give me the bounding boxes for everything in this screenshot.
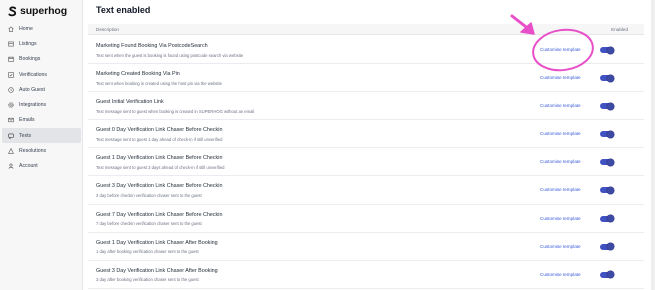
row-title: Guest 1 Day Verification Link Chaser Bef…: [96, 155, 223, 162]
sidebar-item-integrations[interactable]: Integrations: [0, 97, 83, 112]
sidebar-item-label: Bookings: [19, 56, 41, 63]
toggle-knob: [607, 130, 614, 138]
row-description: Text message sent to guest when booking …: [96, 108, 255, 114]
superhog-logo-icon: [8, 5, 17, 16]
enabled-toggle[interactable]: [600, 74, 614, 82]
table-row: Marketing Found Booking Via PostcodeSear…: [88, 36, 644, 65]
sidebar-item-verifications[interactable]: Verifications: [0, 67, 83, 82]
column-header-description: Description: [96, 27, 119, 32]
sidebar-item-label: Auto Guest: [19, 86, 45, 93]
row-title: Marketing Created Booking Via Pin: [96, 71, 180, 78]
sidebar-item-listings[interactable]: Listings: [0, 36, 83, 51]
row-title: Guest 0 Day Verification Link Chaser Bef…: [96, 127, 223, 134]
customise-template-link[interactable]: Customise template: [540, 187, 581, 192]
page-title: Text enabled: [96, 5, 151, 15]
sidebar: superhog Home Listings Bookings Verifica…: [0, 0, 83, 290]
row-description: Text sent when the guest is booking is f…: [96, 52, 244, 58]
table-row: Guest 1 Day Verification Link Chaser Aft…: [88, 233, 644, 261]
toggle-knob: [607, 271, 614, 279]
row-description: 1 day after booking verification chaser …: [96, 249, 199, 255]
customise-template-link[interactable]: Customise template: [540, 103, 581, 108]
sidebar-item-label: Integrations: [19, 102, 47, 109]
customise-template-link[interactable]: Customise template: [540, 47, 581, 52]
row-title: Marketing Found Booking Via PostcodeSear…: [96, 43, 208, 49]
resolutions-icon: [8, 148, 14, 154]
row-title: Guest 3 Day Verification Link Chaser Aft…: [96, 267, 218, 274]
enabled-toggle[interactable]: [600, 215, 614, 223]
sidebar-item-label: Emails: [19, 117, 35, 124]
sidebar-item-label: Listings: [19, 40, 37, 47]
row-description: 3 day after booking verification chaser …: [96, 277, 199, 283]
enabled-toggle[interactable]: [600, 130, 614, 138]
table-row: Marketing Created Booking Via Pin Text s…: [88, 64, 644, 93]
sidebar-item-account[interactable]: Account: [0, 159, 83, 174]
table-row: Guest 1 Day Verification Link Chaser Bef…: [88, 148, 644, 177]
customise-template-link[interactable]: Customise template: [540, 244, 581, 249]
customise-template-link[interactable]: Customise template: [540, 272, 581, 277]
sidebar-item-label: Resolutions: [19, 148, 47, 155]
enabled-toggle[interactable]: [600, 186, 614, 194]
row-title: Guest 7 Day Verification Link Chaser Bef…: [96, 211, 223, 218]
customise-template-link[interactable]: Customise template: [540, 75, 581, 80]
enabled-toggle[interactable]: [600, 243, 614, 251]
brand-logo[interactable]: superhog: [8, 4, 67, 18]
column-header-enabled: Enabled: [611, 27, 628, 32]
sidebar-item-home[interactable]: Home: [0, 21, 83, 36]
enabled-toggle[interactable]: [600, 158, 614, 166]
sidebar-item-label: Verifications: [19, 71, 47, 78]
bookings-icon: [8, 56, 14, 62]
toggle-knob: [607, 215, 614, 223]
table-row: Guest 3 Day Verification Link Chaser Aft…: [88, 261, 644, 289]
toggle-knob: [607, 158, 614, 166]
main-content: Text enabled Description Enabled Marketi…: [83, 0, 655, 290]
enabled-toggle[interactable]: [600, 271, 614, 279]
row-description: 3 day before checkin verification chaser…: [96, 192, 202, 198]
listings-icon: [8, 41, 14, 47]
customise-template-link[interactable]: Customise template: [540, 216, 581, 221]
customise-template-link[interactable]: Customise template: [540, 159, 581, 164]
row-description: 7 day before checkin verification chaser…: [96, 221, 202, 227]
auto-guest-icon: [8, 87, 14, 93]
row-description: Text message sent to guest 1 day ahead o…: [96, 136, 223, 142]
sidebar-item-auto-guest[interactable]: Auto Guest: [0, 82, 83, 97]
enabled-toggle[interactable]: [600, 46, 614, 54]
table-header: Description Enabled: [88, 24, 644, 35]
toggle-knob: [607, 102, 614, 110]
toggle-knob: [607, 74, 614, 82]
toggle-knob: [607, 186, 614, 194]
sidebar-item-bookings[interactable]: Bookings: [0, 52, 83, 67]
table-row: Guest Initial Verification Link Text mes…: [88, 92, 644, 121]
brand-name: superhog: [20, 5, 68, 17]
scrollbar-track[interactable]: [651, 0, 655, 290]
emails-icon: [8, 118, 14, 123]
row-title: Guest 1 Day Verification Link Chaser Aft…: [96, 239, 218, 246]
sidebar-item-label: Texts: [19, 132, 32, 139]
sidebar-item-label: Home: [19, 25, 33, 32]
row-description: Text sent when booking is created using …: [96, 80, 222, 86]
toggle-knob: [607, 46, 614, 54]
table-row: Guest 3 Day Verification Link Chaser Bef…: [88, 176, 644, 205]
row-description: Text message sent to guest 3 days ahead …: [96, 164, 225, 170]
sidebar-item-emails[interactable]: Emails: [0, 113, 83, 128]
home-icon: [8, 26, 14, 32]
enabled-toggle[interactable]: [600, 102, 614, 110]
row-title: Guest 3 Day Verification Link Chaser Bef…: [96, 183, 223, 190]
table-row: Guest 7 Day Verification Link Chaser Bef…: [88, 205, 644, 233]
integrations-icon: [8, 102, 14, 108]
sidebar-item-label: Account: [19, 163, 38, 170]
account-icon: [8, 163, 14, 170]
texts-icon: [8, 133, 14, 139]
sidebar-item-resolutions[interactable]: Resolutions: [0, 143, 83, 158]
sidebar-nav: Home Listings Bookings Verifications Aut…: [0, 21, 83, 174]
table-row: Guest 0 Day Verification Link Chaser Bef…: [88, 120, 644, 149]
verifications-icon: [8, 71, 14, 78]
row-title: Guest Initial Verification Link: [96, 99, 164, 106]
sidebar-item-texts[interactable]: Texts: [2, 128, 81, 144]
toggle-knob: [607, 243, 614, 251]
template-list: Marketing Found Booking Via PostcodeSear…: [88, 36, 644, 289]
customise-template-link[interactable]: Customise template: [540, 131, 581, 136]
